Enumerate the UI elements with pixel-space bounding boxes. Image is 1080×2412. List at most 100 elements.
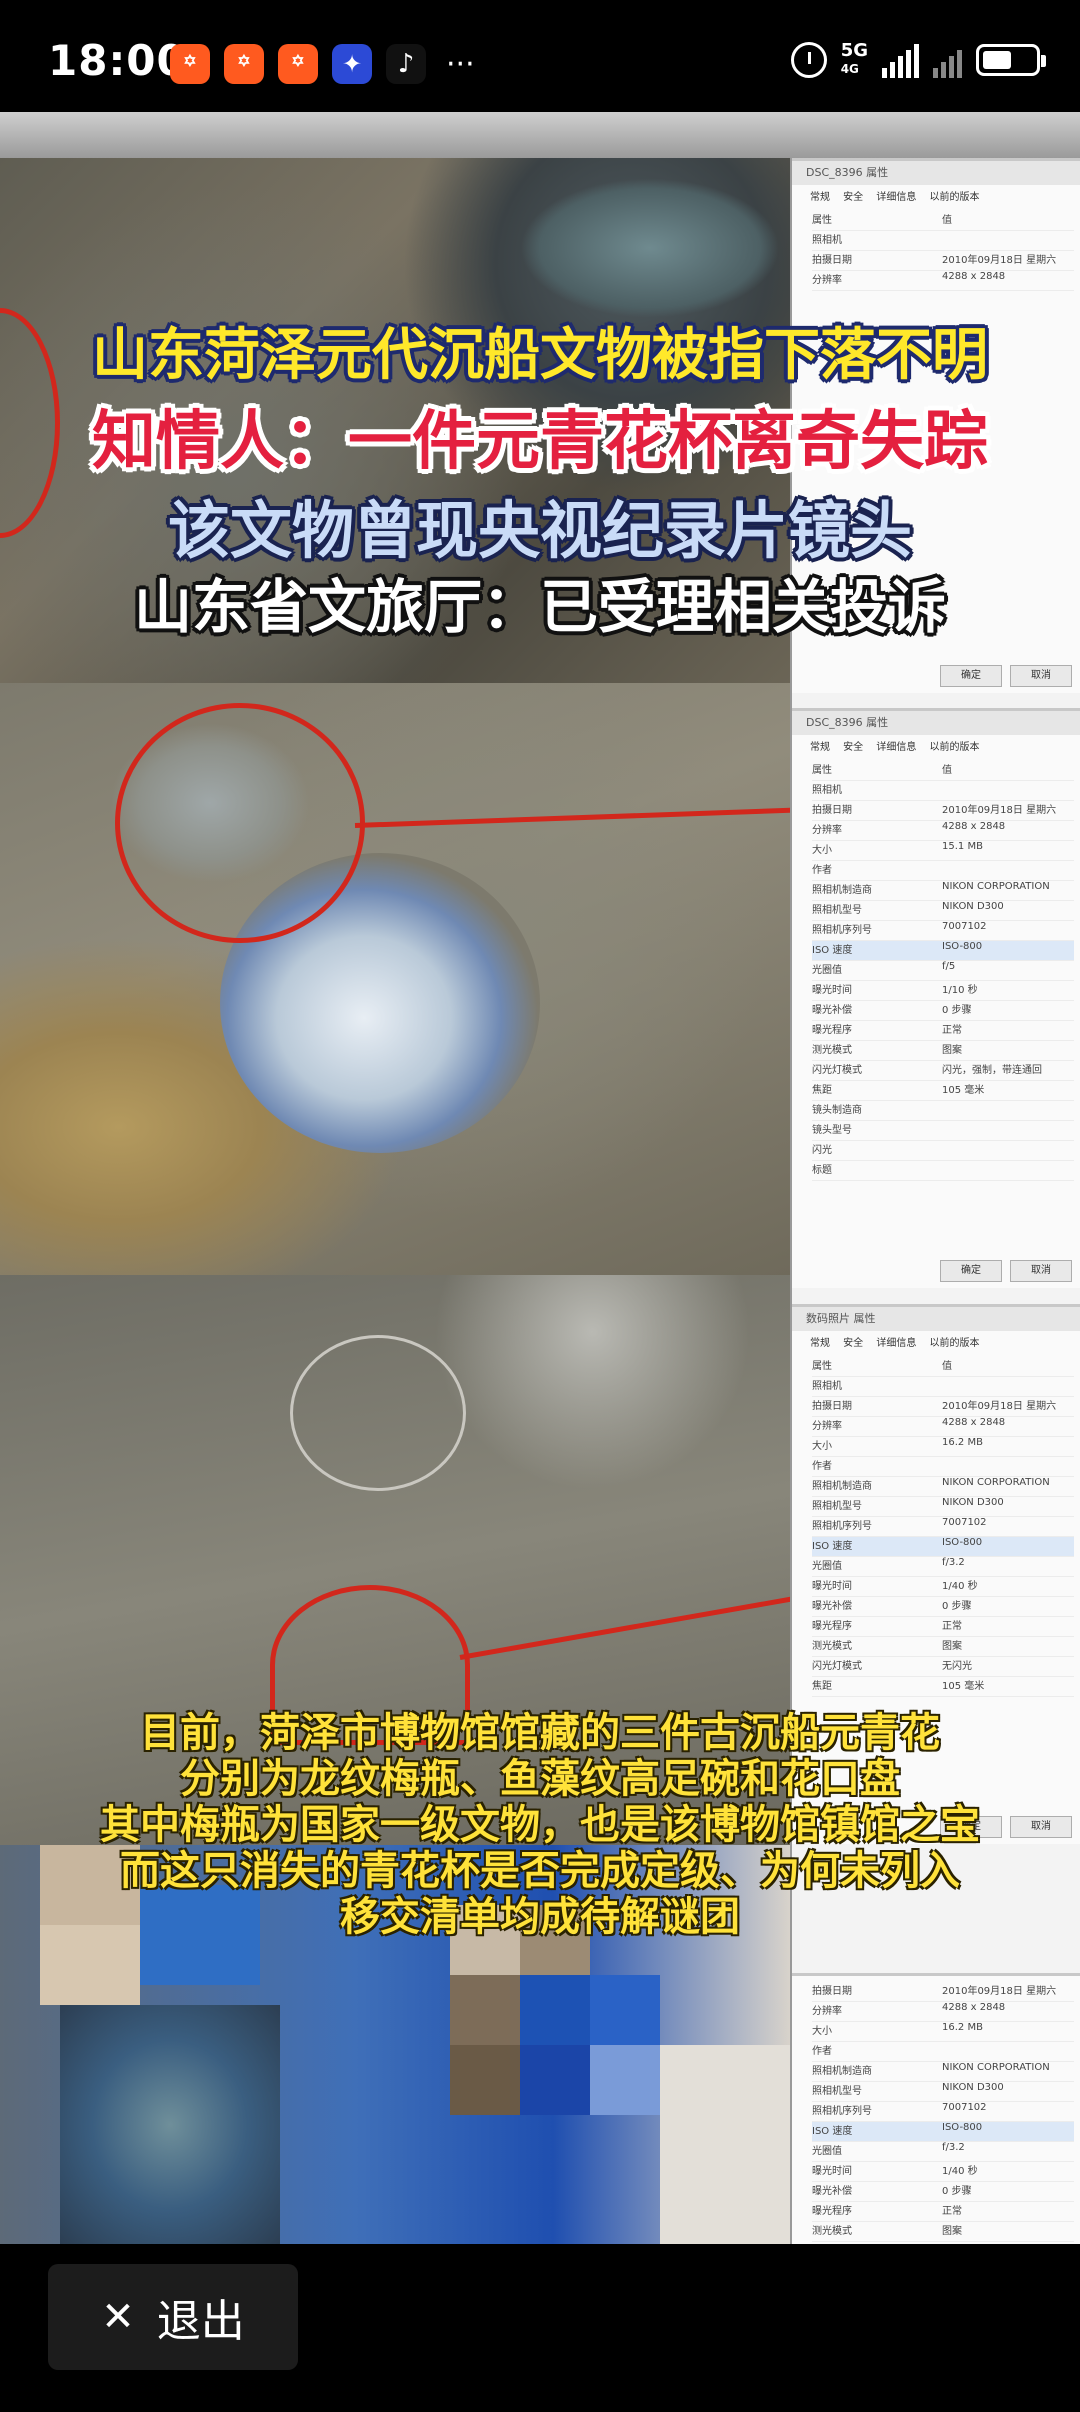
property-row: 照相机制造商 NIKON CORPORATION xyxy=(812,881,1074,901)
tiktok-icon: ♪ xyxy=(386,44,426,84)
property-row: 曝光补偿 0 步骤 xyxy=(812,1597,1074,1617)
property-row: 焦距 105 毫米 xyxy=(812,1081,1074,1101)
property-row: ISO 速度 ISO-800 xyxy=(812,2122,1074,2142)
cancel-button: 取消 xyxy=(1010,1260,1072,1282)
status-time: 18:00 xyxy=(48,36,187,85)
property-row: 拍摄日期 2010年09月18日 星期六 xyxy=(812,1982,1074,2002)
dialog-title: 数码照片 属性 xyxy=(792,1307,1080,1331)
porcelain-shard xyxy=(520,178,780,318)
system-status: 5G 4G xyxy=(790,40,1046,78)
close-icon: ✕ xyxy=(101,2294,135,2340)
property-row: 属性值 xyxy=(812,761,1074,781)
status-bar: 18:00 ꙳ ꙳ ꙳ ✦ ♪ ··· 5G 4G xyxy=(0,0,1080,112)
property-row: 拍摄日期 2010年09月18日 星期六 xyxy=(812,251,1074,271)
property-row: 分辨率 4288 x 2848 xyxy=(812,271,1074,291)
property-row: 焦距 105 毫米 xyxy=(812,1677,1074,1697)
network-type: 5G 4G xyxy=(840,40,868,77)
porcelain-rim xyxy=(290,1335,466,1491)
xiaohongshu-icon: ꙳ xyxy=(278,44,318,84)
dialog-tabs: 常规 安全 详细信息 以前的版本 xyxy=(810,192,980,203)
dialog-tabs: 常规 安全 详细信息 以前的版本 xyxy=(810,742,980,753)
property-row: 分辨率 4288 x 2848 xyxy=(812,1417,1074,1437)
properties-dialog: 拍摄日期 2010年09月18日 星期六 分辨率 4288 x 2848 大小 16.2 … xyxy=(792,1973,1080,2244)
property-row: ISO 速度 ISO-800 xyxy=(812,941,1074,961)
property-row: 照相机 xyxy=(812,231,1074,251)
property-row: 照相机序列号 7007102 xyxy=(812,2102,1074,2122)
property-row: 大小 16.2 MB xyxy=(812,1437,1074,1457)
property-row: 镜头制造商 xyxy=(812,1101,1074,1121)
property-row: 照相机型号 NIKON D300 xyxy=(812,901,1074,921)
property-row: 曝光时间 1/40 秒 xyxy=(812,1577,1074,1597)
signal-strength-icon xyxy=(882,42,919,78)
property-row: 镜头型号 xyxy=(812,1121,1074,1141)
property-row: 曝光程序 正常 xyxy=(812,2202,1074,2222)
ok-button: 确定 xyxy=(940,1260,1002,1282)
property-row: 作者 xyxy=(812,861,1074,881)
property-row: 闪光 xyxy=(812,1141,1074,1161)
property-row: 曝光程序 正常 xyxy=(812,1617,1074,1637)
property-row: 照相机型号 NIKON D300 xyxy=(812,1497,1074,1517)
notification-icons: ꙳ ꙳ ꙳ ✦ ♪ ··· xyxy=(170,44,475,84)
property-table: 属性值照相机 拍摄日期 2010年09月18日 星期六 分辨率 4288 x 2848 大… xyxy=(792,1357,1080,1697)
exit-label: 退出 xyxy=(156,2296,245,2347)
property-row: 曝光程序 正常 xyxy=(812,1021,1074,1041)
property-row: 照相机 xyxy=(812,781,1074,801)
dialog-tabs: 常规 安全 详细信息 以前的版本 xyxy=(810,1338,980,1349)
video-frame[interactable]: DSC_8396 属性 常规 安全 详细信息 以前的版本 属性值 照相机 拍摄日… xyxy=(0,112,1080,2244)
subtitle-line: 分别为龙纹梅瓶、鱼藻纹高足碗和花口盘 xyxy=(180,1756,900,1802)
property-row: 属性值 xyxy=(812,211,1074,231)
property-row: 标题 xyxy=(812,1161,1074,1181)
dialog-buttons: 确定 取消 xyxy=(940,1260,1072,1282)
properties-dialog: DSC_8396 属性 常规 安全 详细信息 以前的版本 属性值照相机 拍摄日期 2… xyxy=(792,708,1080,1288)
property-row: 曝光时间 1/10 秒 xyxy=(812,981,1074,1001)
property-row: 闪光灯模式 闪光，强制，带连通回 xyxy=(812,1061,1074,1081)
property-row: 测光模式 图案 xyxy=(812,2222,1074,2242)
battery-icon xyxy=(976,44,1046,76)
highlight-line xyxy=(459,1595,790,1660)
exit-button[interactable]: ✕ 退出 xyxy=(48,2264,298,2370)
dialog-title: DSC_8396 属性 xyxy=(792,711,1080,735)
property-row: 属性值 xyxy=(812,1357,1074,1377)
alarm-icon xyxy=(790,42,827,78)
property-row: 大小 15.1 MB xyxy=(812,841,1074,861)
cancel-button: 取消 xyxy=(1010,665,1072,687)
property-row: ISO 速度 ISO-800 xyxy=(812,1537,1074,1557)
property-row: 拍摄日期 2010年09月18日 星期六 xyxy=(812,801,1074,821)
highlight-line xyxy=(354,807,790,828)
property-row: 曝光时间 1/40 秒 xyxy=(812,2162,1074,2182)
signal-strength-icon xyxy=(933,42,962,78)
property-table: 拍摄日期 2010年09月18日 星期六 分辨率 4288 x 2848 大小 16.2 … xyxy=(792,1982,1080,2244)
property-row: 大小 16.2 MB xyxy=(812,2022,1074,2042)
headline-line-4: 山东省文旅厅：已受理相关投诉 xyxy=(133,573,946,641)
property-row: 闪光灯模式无闪光 xyxy=(812,1657,1074,1677)
property-row: 照相机制造商 NIKON CORPORATION xyxy=(812,1477,1074,1497)
dialog-buttons: 确定 取消 xyxy=(940,665,1072,687)
property-row: 照相机制造商 NIKON CORPORATION xyxy=(812,2062,1074,2082)
frame-top-edge xyxy=(0,112,1080,158)
ok-button: 确定 xyxy=(940,665,1002,687)
bottom-bar: ✕ 退出 xyxy=(0,2244,1080,2412)
property-row: 测光模式 图案 xyxy=(812,1637,1074,1657)
property-row: 光圈值 f/3.2 xyxy=(812,1557,1074,1577)
property-row: 照相机序列号 7007102 xyxy=(812,1517,1074,1537)
highlight-circle xyxy=(115,703,365,943)
headline-line-1: 山东菏泽元代沉船文物被指下落不明 xyxy=(92,323,988,388)
property-row: 曝光补偿 0 步骤 xyxy=(812,1001,1074,1021)
more-notifications-icon: ··· xyxy=(446,46,475,82)
excavation-photo xyxy=(0,683,790,1275)
property-row: 光圈值 f/3.2 xyxy=(812,2142,1074,2162)
dialog-title: DSC_8396 属性 xyxy=(792,161,1080,185)
xiaohongshu-icon: ꙳ xyxy=(170,44,210,84)
video-subtitles: 目前，菏泽市博物馆馆藏的三件古沉船元青花 分别为龙纹梅瓶、鱼藻纹高足碗和花口盘 … xyxy=(0,1710,1080,1940)
property-row: 曝光补偿 0 步骤 xyxy=(812,2182,1074,2202)
subtitle-line: 而这只消失的青花杯是否完成定级、为何未列入 xyxy=(120,1848,960,1894)
property-row: 分辨率 4288 x 2848 xyxy=(812,821,1074,841)
subtitle-line: 其中梅瓶为国家一级文物，也是该博物馆镇馆之宝 xyxy=(100,1802,980,1848)
property-row: 作者 xyxy=(812,1457,1074,1477)
property-row: 光圈值 f/5 xyxy=(812,961,1074,981)
property-table: 属性值照相机 拍摄日期 2010年09月18日 星期六 分辨率 4288 x 2848 大… xyxy=(792,761,1080,1181)
property-row: 照相机 xyxy=(812,1377,1074,1397)
xiaohongshu-icon: ꙳ xyxy=(224,44,264,84)
subtitle-line: 目前，菏泽市博物馆馆藏的三件古沉船元青花 xyxy=(140,1710,940,1756)
property-row: 照相机序列号 7007102 xyxy=(812,921,1074,941)
